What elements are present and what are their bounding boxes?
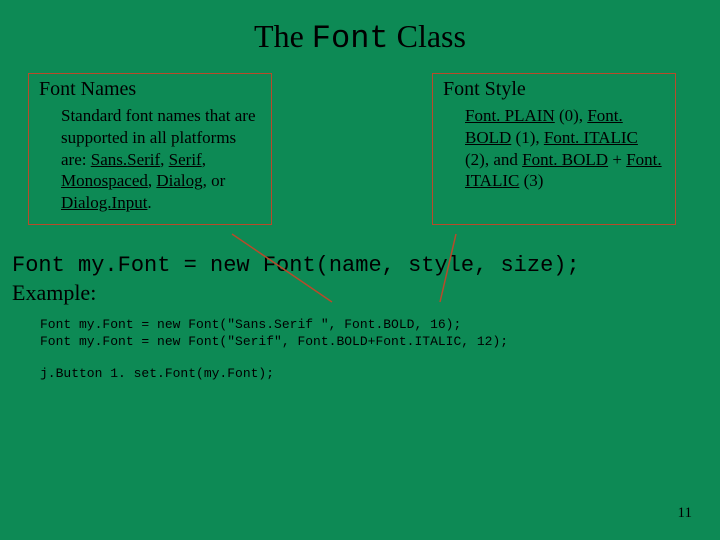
title-post: Class <box>389 18 466 54</box>
slide-title: The Font Class <box>0 0 720 73</box>
example-code-2: j.Button 1. set.Font(my.Font); <box>0 365 720 383</box>
example-label: Example: <box>0 280 720 306</box>
font-style-heading: Font Style <box>443 78 665 101</box>
font-names-box: Font Names Standard font names that are … <box>28 73 272 225</box>
constructor-line: Font my.Font = new Font(name, style, siz… <box>0 253 720 278</box>
font-names-heading: Font Names <box>39 78 261 101</box>
font-style-box: Font Style Font. PLAIN (0), Font. BOLD (… <box>432 73 676 225</box>
font-names-body: Standard font names that are supported i… <box>39 105 261 214</box>
example-code-1: Font my.Font = new Font("Sans.Serif ", F… <box>0 316 720 351</box>
font-style-body: Font. PLAIN (0), Font. BOLD (1), Font. I… <box>443 105 665 192</box>
title-pre: The <box>254 18 312 54</box>
boxes-row: Font Names Standard font names that are … <box>0 73 720 225</box>
title-mono: Font <box>312 20 389 57</box>
page-number: 11 <box>678 505 692 522</box>
